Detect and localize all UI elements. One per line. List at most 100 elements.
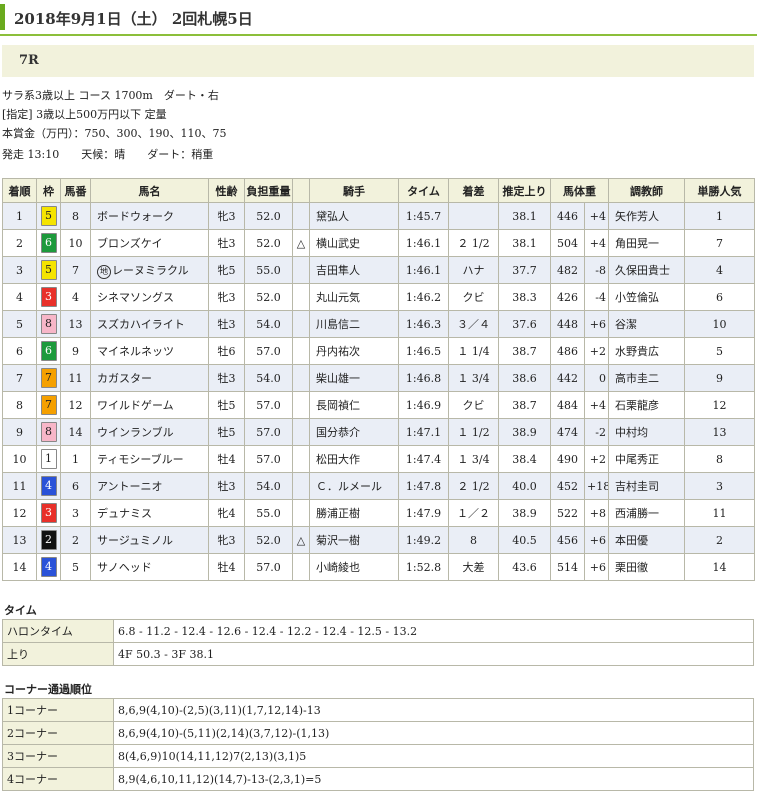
horse-name[interactable]: シネマソングス [97,291,174,304]
waku-cell: 7 [36,364,61,392]
col-header-popularity: 単勝人気 [684,178,755,203]
horse-name[interactable]: レーヌミラクル [112,264,189,277]
col-header-last3f: 推定上り [498,178,551,203]
weight-carried-cell: 52.0 [244,283,293,311]
trainer-link[interactable]: 西浦勝一 [608,499,685,527]
jockey-link[interactable]: Ｃ．ルメール [309,472,399,500]
horse-name-link[interactable]: サノヘッド [90,553,209,581]
col-header-sex-age: 性齢 [208,178,245,203]
waku-badge: 2 [40,530,57,550]
popularity-cell: 8 [684,445,755,473]
jockey-link[interactable]: 丸山元気 [309,283,399,311]
trainer-link[interactable]: 本田優 [608,526,685,554]
waku-badge: 7 [40,368,57,388]
jockey-link[interactable]: 松田大作 [309,445,399,473]
jockey-link[interactable]: 横山武史 [309,229,399,257]
trainer-link[interactable]: 中村均 [608,418,685,446]
sex-age-cell: 牡4 [208,553,245,581]
horse-name[interactable]: サージュミノル [97,534,173,547]
weight-diff-cell: +4 [584,391,609,419]
trainer-link[interactable]: 高市圭二 [608,364,685,392]
jockey-link[interactable]: 勝浦正樹 [309,499,399,527]
margin-cell: １ 1/2 [448,418,499,446]
horse-name[interactable]: デュナミス [97,507,152,520]
body-weight-cell: 490 [550,445,585,473]
horse-name-link[interactable]: ウインランブル [90,418,209,446]
last3f-cell: 38.6 [498,364,551,392]
jockey-link[interactable]: 柴山雄一 [309,364,399,392]
sex-age-cell: 牡3 [208,229,245,257]
weight-carried-cell: 57.0 [244,445,293,473]
horse-name[interactable]: スズカハイライト [97,318,185,331]
horse-name-link[interactable]: アントーニオ [90,472,209,500]
corner-2-label: 2コーナー [2,721,114,745]
horse-name-link[interactable]: デュナミス [90,499,209,527]
rank-cell: 1 [2,202,37,230]
last3f-cell: 38.4 [498,445,551,473]
jockey-link[interactable]: 国分恭介 [309,418,399,446]
horse-name[interactable]: カガスター [97,372,152,385]
jockey-link[interactable]: 吉田隼人 [309,256,399,284]
trainer-link[interactable]: 石栗龍彦 [608,391,685,419]
trainer-link[interactable]: 小笠倫弘 [608,283,685,311]
waku-badge: 8 [40,314,57,334]
horse-name-link[interactable]: カガスター [90,364,209,392]
horse-name-link[interactable]: ブロンズケイ [90,229,209,257]
time-cell: 1:46.1 [398,229,449,257]
trainer-link[interactable]: 栗田徹 [608,553,685,581]
local-horse-mark-icon: 地 [97,264,111,279]
umaban-cell: 3 [60,499,91,527]
time-cell: 1:46.2 [398,283,449,311]
horse-name-link[interactable]: ボードウォーク [90,202,209,230]
trainer-link[interactable]: 矢作芳人 [608,202,685,230]
horse-name[interactable]: マイネルネッツ [97,345,174,358]
time-table: ハロンタイム 6.8 - 11.2 - 12.4 - 12.6 - 12.4 -… [2,619,754,666]
header-accent-bar [0,4,5,30]
trainer-link[interactable]: 角田晃一 [608,229,685,257]
jockey-link[interactable]: 小崎綾也 [309,553,399,581]
trainer-link[interactable]: 久保田貴士 [608,256,685,284]
horse-name[interactable]: ウインランブル [97,426,174,439]
jockey-link[interactable]: 菊沢一樹 [309,526,399,554]
margin-cell: 大差 [448,553,499,581]
sex-age-cell: 牡5 [208,418,245,446]
horse-name-link[interactable]: サージュミノル [90,526,209,554]
jockey-link[interactable]: 川島信二 [309,310,399,338]
horse-name-link[interactable]: スズカハイライト [90,310,209,338]
weight-carried-cell: 54.0 [244,364,293,392]
jockey-link[interactable]: 丹内祐次 [309,337,399,365]
jockey-link[interactable]: 長岡禎仁 [309,391,399,419]
jockey-link[interactable]: 黛弘人 [309,202,399,230]
trainer-link[interactable]: 谷潔 [608,310,685,338]
waku-badge: 4 [40,557,57,577]
trainer-link[interactable]: 水野貴広 [608,337,685,365]
corner-row: 4コーナー 8,9(4,6,10,11,12)(14,7)-13-(2,3,1)… [2,767,754,791]
weight-carried-cell: 57.0 [244,553,293,581]
margin-cell: クビ [448,283,499,311]
trainer-link[interactable]: 中尾秀正 [608,445,685,473]
weight-diff-cell: -8 [584,256,609,284]
trainer-link[interactable]: 吉村圭司 [608,472,685,500]
horse-name-link[interactable]: ワイルドゲーム [90,391,209,419]
last3f-cell: 38.7 [498,391,551,419]
corner-3-value: 8(4,6,9)10(14,11,12)7(2,13)(3,1)5 [113,744,754,768]
weight-diff-cell: +6 [584,553,609,581]
horse-name[interactable]: ボードウォーク [97,210,174,223]
umaban-cell: 6 [60,472,91,500]
popularity-cell: 2 [684,526,755,554]
horse-name-link[interactable]: マイネルネッツ [90,337,209,365]
horse-name-link[interactable]: シネマソングス [90,283,209,311]
horse-name-link[interactable]: 地レーヌミラクル [90,256,209,284]
rank-cell: 11 [2,472,37,500]
horse-name[interactable]: サノヘッド [97,561,152,574]
popularity-cell: 1 [684,202,755,230]
margin-cell: １ 1/4 [448,337,499,365]
horse-name-link[interactable]: ティモシーブルー [90,445,209,473]
waku-badge: 6 [40,341,57,361]
horse-name[interactable]: ティモシーブルー [97,453,184,466]
horse-name[interactable]: ブロンズケイ [97,237,163,250]
horse-name[interactable]: ワイルドゲーム [97,399,174,412]
apprentice-mark-cell [292,310,310,338]
waku-badge: 3 [40,503,57,523]
horse-name[interactable]: アントーニオ [97,480,163,493]
